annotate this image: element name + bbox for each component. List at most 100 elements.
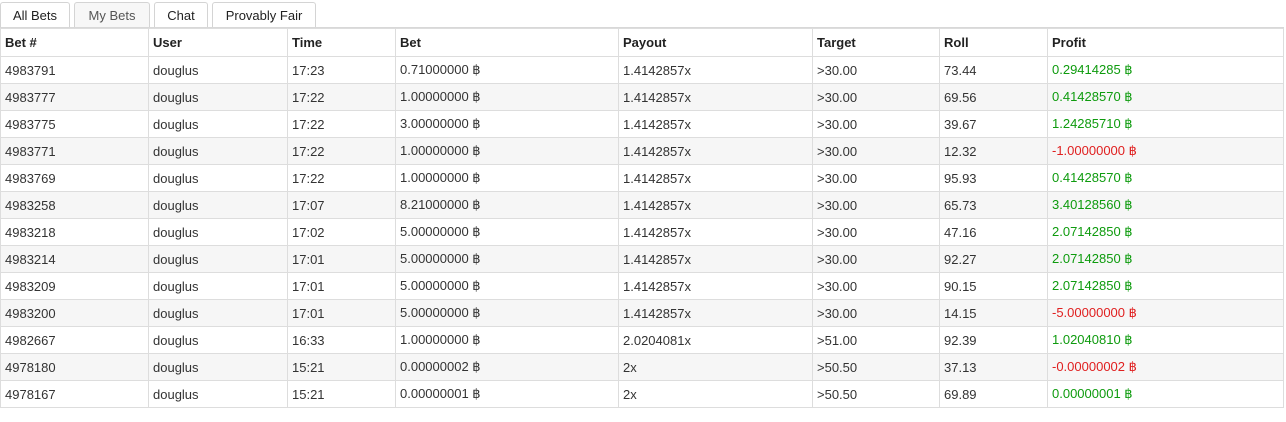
cell-user[interactable]: douglus [148, 110, 288, 138]
cell-user[interactable]: douglus [148, 56, 288, 84]
cell-payout: 1.4142857x [618, 164, 813, 192]
cell-user[interactable]: douglus [148, 218, 288, 246]
tab-my-bets[interactable]: My Bets [74, 2, 150, 27]
tab-bar: All Bets My Bets Chat Provably Fair [0, 2, 1286, 29]
cell-time: 17:22 [287, 137, 396, 165]
cell-user[interactable]: douglus [148, 164, 288, 192]
table-row[interactable]: 4978167 douglus 15:21 0.00000001 ฿ 2x >5… [0, 380, 1284, 408]
cell-bet: 5.00000000 ฿ [395, 245, 619, 273]
cell-profit: -5.00000000 ฿ [1047, 299, 1284, 327]
cell-profit: 1.24285710 ฿ [1047, 110, 1284, 138]
cell-bet: 1.00000000 ฿ [395, 83, 619, 111]
table-row[interactable]: 4983200 douglus 17:01 5.00000000 ฿ 1.414… [0, 299, 1284, 327]
column-header-payout: Payout [618, 28, 813, 57]
cell-bet-id[interactable]: 4983258 [0, 191, 149, 219]
cell-time: 16:33 [287, 326, 396, 354]
cell-payout: 2x [618, 353, 813, 381]
cell-profit: -1.00000000 ฿ [1047, 137, 1284, 165]
cell-user[interactable]: douglus [148, 272, 288, 300]
cell-time: 17:02 [287, 218, 396, 246]
column-header-roll: Roll [939, 28, 1048, 57]
tab-chat[interactable]: Chat [154, 2, 208, 27]
cell-bet-id[interactable]: 4982667 [0, 326, 149, 354]
cell-time: 17:01 [287, 272, 396, 300]
cell-user[interactable]: douglus [148, 137, 288, 165]
cell-profit: 2.07142850 ฿ [1047, 218, 1284, 246]
cell-bet-id[interactable]: 4983209 [0, 272, 149, 300]
cell-time: 17:22 [287, 110, 396, 138]
table-row[interactable]: 4983209 douglus 17:01 5.00000000 ฿ 1.414… [0, 272, 1284, 300]
cell-bet: 1.00000000 ฿ [395, 137, 619, 165]
cell-payout: 1.4142857x [618, 218, 813, 246]
table-row[interactable]: 4978180 douglus 15:21 0.00000002 ฿ 2x >5… [0, 353, 1284, 381]
cell-user[interactable]: douglus [148, 299, 288, 327]
tab-provably-fair[interactable]: Provably Fair [212, 2, 316, 27]
bets-table-container: Bet # User Time Bet Payout Target Roll P… [0, 28, 1284, 408]
cell-roll: 90.15 [939, 272, 1048, 300]
table-row[interactable]: 4983771 douglus 17:22 1.00000000 ฿ 1.414… [0, 137, 1284, 165]
bets-table-body: 4983791 douglus 17:23 0.71000000 ฿ 1.414… [0, 56, 1284, 408]
column-header-user: User [148, 28, 288, 57]
cell-user[interactable]: douglus [148, 83, 288, 111]
cell-bet-id[interactable]: 4983200 [0, 299, 149, 327]
cell-bet-id[interactable]: 4983777 [0, 83, 149, 111]
cell-bet: 0.00000001 ฿ [395, 380, 619, 408]
cell-roll: 47.16 [939, 218, 1048, 246]
cell-profit: 2.07142850 ฿ [1047, 245, 1284, 273]
cell-payout: 1.4142857x [618, 56, 813, 84]
cell-bet-id[interactable]: 4983791 [0, 56, 149, 84]
cell-profit: 3.40128560 ฿ [1047, 191, 1284, 219]
cell-time: 17:01 [287, 299, 396, 327]
table-row[interactable]: 4983214 douglus 17:01 5.00000000 ฿ 1.414… [0, 245, 1284, 273]
cell-user[interactable]: douglus [148, 326, 288, 354]
cell-bet-id[interactable]: 4983769 [0, 164, 149, 192]
cell-target: >51.00 [812, 326, 940, 354]
cell-bet-id[interactable]: 4983775 [0, 110, 149, 138]
column-header-profit: Profit [1047, 28, 1284, 57]
table-row[interactable]: 4983258 douglus 17:07 8.21000000 ฿ 1.414… [0, 191, 1284, 219]
cell-bet: 5.00000000 ฿ [395, 272, 619, 300]
cell-bet-id[interactable]: 4983214 [0, 245, 149, 273]
column-header-bet: Bet [395, 28, 619, 57]
cell-user[interactable]: douglus [148, 353, 288, 381]
cell-user[interactable]: douglus [148, 245, 288, 273]
cell-roll: 39.67 [939, 110, 1048, 138]
cell-time: 15:21 [287, 380, 396, 408]
cell-user[interactable]: douglus [148, 380, 288, 408]
cell-target: >30.00 [812, 137, 940, 165]
cell-target: >30.00 [812, 164, 940, 192]
cell-target: >30.00 [812, 272, 940, 300]
cell-bet-id[interactable]: 4978167 [0, 380, 149, 408]
cell-payout: 1.4142857x [618, 83, 813, 111]
cell-roll: 92.39 [939, 326, 1048, 354]
cell-target: >50.50 [812, 353, 940, 381]
cell-payout: 1.4142857x [618, 299, 813, 327]
cell-time: 17:07 [287, 191, 396, 219]
table-row[interactable]: 4983775 douglus 17:22 3.00000000 ฿ 1.414… [0, 110, 1284, 138]
cell-payout: 1.4142857x [618, 245, 813, 273]
cell-roll: 65.73 [939, 191, 1048, 219]
table-row[interactable]: 4983777 douglus 17:22 1.00000000 ฿ 1.414… [0, 83, 1284, 111]
table-row[interactable]: 4983218 douglus 17:02 5.00000000 ฿ 1.414… [0, 218, 1284, 246]
cell-bet-id[interactable]: 4983218 [0, 218, 149, 246]
cell-roll: 92.27 [939, 245, 1048, 273]
cell-roll: 37.13 [939, 353, 1048, 381]
table-row[interactable]: 4983791 douglus 17:23 0.71000000 ฿ 1.414… [0, 56, 1284, 84]
cell-user[interactable]: douglus [148, 191, 288, 219]
cell-target: >30.00 [812, 56, 940, 84]
cell-roll: 14.15 [939, 299, 1048, 327]
table-row[interactable]: 4982667 douglus 16:33 1.00000000 ฿ 2.020… [0, 326, 1284, 354]
table-row[interactable]: 4983769 douglus 17:22 1.00000000 ฿ 1.414… [0, 164, 1284, 192]
cell-bet-id[interactable]: 4983771 [0, 137, 149, 165]
cell-roll: 95.93 [939, 164, 1048, 192]
table-header-row: Bet # User Time Bet Payout Target Roll P… [0, 28, 1284, 57]
cell-time: 15:21 [287, 353, 396, 381]
tab-all-bets[interactable]: All Bets [0, 2, 70, 27]
cell-roll: 73.44 [939, 56, 1048, 84]
cell-bet: 8.21000000 ฿ [395, 191, 619, 219]
cell-time: 17:22 [287, 83, 396, 111]
cell-time: 17:01 [287, 245, 396, 273]
cell-target: >30.00 [812, 191, 940, 219]
cell-bet-id[interactable]: 4978180 [0, 353, 149, 381]
bets-table: Bet # User Time Bet Payout Target Roll P… [0, 28, 1284, 408]
